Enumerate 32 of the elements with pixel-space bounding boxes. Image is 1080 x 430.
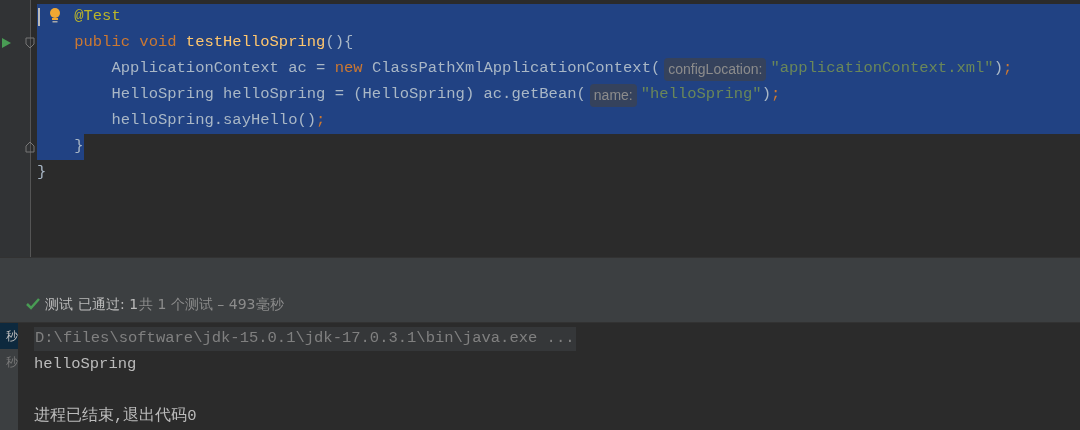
code-token: }: [74, 136, 84, 158]
fold-marker-icon[interactable]: [25, 141, 35, 153]
code-token: helloSpring.sayHello(): [111, 110, 317, 132]
parameter-hint: name:: [589, 83, 637, 107]
code-token: ApplicationContext ac =: [111, 58, 327, 80]
code-token: @Test: [74, 6, 121, 28]
code-token: (){: [325, 32, 354, 54]
run-icon[interactable]: [0, 36, 12, 50]
code-token: ;: [1003, 58, 1013, 80]
lightbulb-icon[interactable]: [49, 7, 61, 25]
code-token: new: [334, 58, 364, 80]
console-command: D:\files\software\jdk-15.0.1\jdk-17.0.3.1\bin\java.exe ...: [34, 327, 576, 351]
code-token: testHelloSpring: [185, 32, 326, 54]
code-token: HelloSpring helloSpring = (HelloSpring) ac.getBean(: [111, 84, 586, 106]
test-tree-item[interactable]: 秒: [0, 323, 18, 349]
status-result: 已通过: 1: [78, 294, 139, 314]
status-label: 测试: [45, 294, 73, 314]
code-token: public void: [74, 32, 178, 54]
code-token: ClassPathXmlApplicationContext(: [371, 58, 661, 80]
fold-marker-icon[interactable]: [25, 37, 35, 49]
code-editor[interactable]: [0, 0, 1080, 257]
code-token: }: [37, 162, 47, 184]
console-output: helloSpring: [34, 354, 137, 376]
code-token: "applicationContext.xml": [770, 58, 994, 80]
code-token: ): [761, 84, 771, 106]
status-summary: 共 1 个测试 – 493毫秒: [139, 294, 284, 314]
code-token: ;: [770, 84, 781, 106]
console-output: 进程已结束,退出代码0: [34, 406, 197, 428]
parameter-hint: configLocation:: [664, 57, 767, 81]
code-token: ): [993, 58, 1003, 80]
code-token: ;: [316, 110, 326, 132]
code-token: "helloSpring": [640, 84, 762, 106]
